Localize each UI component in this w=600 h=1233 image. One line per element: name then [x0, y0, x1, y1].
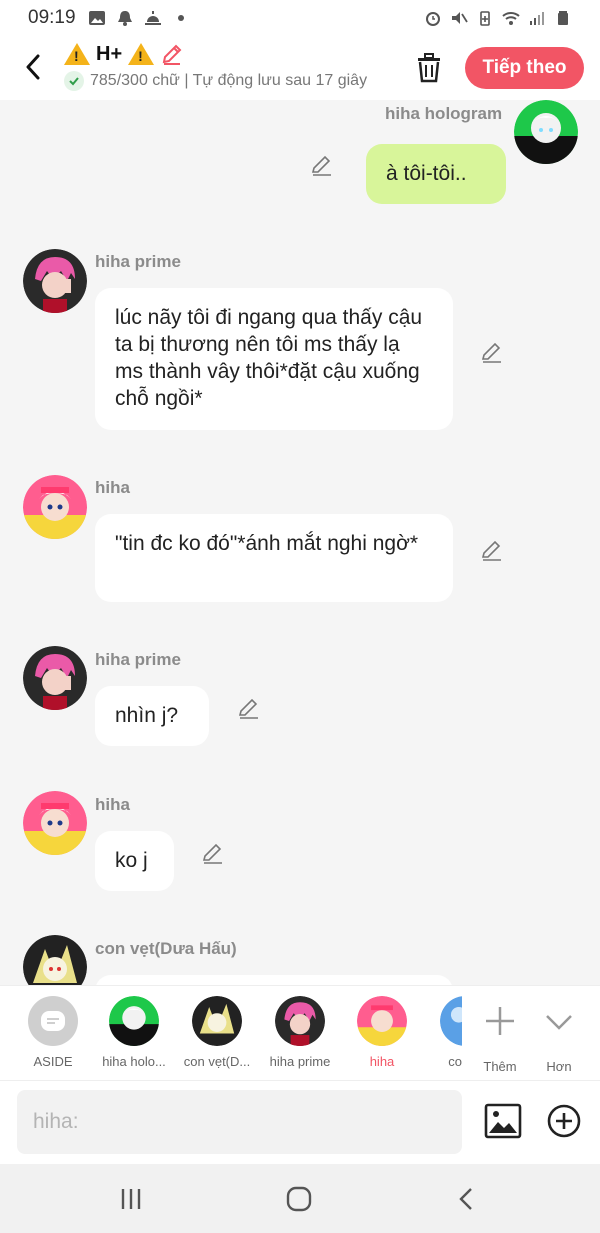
trash-icon	[418, 53, 440, 83]
message-input[interactable]	[17, 1090, 462, 1154]
message-bubble[interactable]: lúc nãy tôi đi ngang qua thấy cậu ta bị …	[95, 288, 453, 430]
character-label: hiha	[369, 1054, 395, 1069]
back-icon	[459, 1188, 472, 1210]
chevron-left-icon	[26, 54, 40, 80]
image-upload-icon[interactable]	[484, 1103, 522, 1139]
message-bubble[interactable]: à tôi-tôi..	[366, 144, 506, 204]
alarm-icon	[426, 12, 440, 26]
story-title: H+	[96, 42, 123, 65]
mute-icon	[452, 12, 468, 24]
sender-name: hiha hologram	[385, 104, 503, 123]
con-vet-avatar[interactable]	[23, 935, 87, 985]
bell-icon	[117, 11, 132, 26]
signal-icon	[530, 12, 544, 25]
edit-message-icon[interactable]	[201, 841, 225, 865]
home-button[interactable]	[279, 1184, 319, 1214]
add-circle-icon[interactable]	[546, 1103, 582, 1139]
battery-icon	[558, 11, 568, 25]
character-con-vet[interactable]: con vẹt(D...	[178, 996, 256, 1069]
add-label: Thêm	[483, 1059, 517, 1074]
message-bubble[interactable]: ko j	[95, 831, 174, 891]
edit-message-icon[interactable]	[480, 538, 504, 562]
message-input-bar	[0, 1080, 600, 1164]
wifi-icon	[502, 12, 520, 25]
sunrise-icon	[144, 11, 161, 25]
character-selector: ASIDE hiha holo... con vẹt(D... hiha pri…	[0, 985, 600, 1080]
edit-message-icon[interactable]	[480, 340, 504, 364]
editor-header: H+ 785/300 chữ | Tự động lưu sau 17 giây…	[0, 36, 600, 100]
saved-check-icon	[64, 71, 84, 91]
recent-apps-button[interactable]	[111, 1184, 151, 1214]
edit-message-icon[interactable]	[310, 153, 334, 177]
delete-button[interactable]	[412, 50, 446, 86]
sender-name: hiha	[95, 795, 130, 814]
warning-icon	[64, 43, 90, 65]
globe-avatar	[440, 996, 462, 1046]
aside-icon	[28, 996, 78, 1046]
sender-name: hiha prime	[95, 650, 181, 669]
more-button[interactable]: Hơn	[529, 996, 589, 1074]
pencil-icon[interactable]	[160, 42, 184, 66]
chevron-down-icon	[546, 1015, 572, 1030]
edit-message-icon[interactable]	[237, 696, 261, 720]
dot-icon	[177, 15, 184, 21]
sender-name: hiha prime	[95, 252, 181, 271]
character-label: con vẹt(D...	[183, 1054, 251, 1069]
add-character-button[interactable]: Thêm	[470, 996, 530, 1074]
more-label: Hơn	[546, 1059, 572, 1074]
recent-apps-icon	[121, 1189, 141, 1209]
battery-saver-icon	[480, 11, 490, 26]
character-hiha[interactable]: hiha	[343, 996, 421, 1069]
hiha-hologram-avatar[interactable]	[514, 100, 578, 164]
status-time: 09:19	[28, 7, 76, 28]
character-label: ASIDE	[33, 1054, 73, 1069]
chat-area[interactable]: hiha hologram à tôi-tôi.. hiha prime lúc…	[0, 100, 600, 985]
sender-name: con vẹt(Dưa Hấu)	[95, 939, 237, 958]
hiha-avatar[interactable]	[23, 475, 87, 539]
message-bubble[interactable]	[95, 975, 453, 985]
plus-icon	[486, 1007, 514, 1035]
message-bubble[interactable]: "tin đc ko đó"*ánh mắt nghi ngờ*	[95, 514, 453, 602]
character-hiha-prime[interactable]: hiha prime	[261, 996, 339, 1069]
character-label: co	[448, 1054, 462, 1069]
autosave-status: 785/300 chữ | Tự động lưu sau 17 giây	[90, 72, 368, 89]
hiha-avatar	[357, 996, 407, 1046]
home-icon	[286, 1186, 312, 1212]
character-label: hiha prime	[269, 1054, 331, 1069]
con-vet-avatar	[192, 996, 242, 1046]
hiha-prime-avatar[interactable]	[23, 249, 87, 313]
hiha-prime-avatar	[275, 996, 325, 1046]
hiha-hologram-avatar	[109, 996, 159, 1046]
character-aside[interactable]: ASIDE	[14, 996, 92, 1069]
hiha-avatar[interactable]	[23, 791, 87, 855]
sender-name: hiha	[95, 478, 130, 497]
system-nav-bar	[0, 1164, 600, 1233]
next-button[interactable]: Tiếp theo	[465, 47, 584, 89]
back-button[interactable]	[18, 50, 48, 84]
message-bubble[interactable]: nhìn j?	[95, 686, 209, 746]
nav-back-button[interactable]	[446, 1184, 486, 1214]
character-hiha-hologram[interactable]: hiha holo...	[95, 996, 173, 1069]
status-bar: 09:19	[0, 0, 600, 36]
character-partial[interactable]: co	[412, 996, 462, 1069]
title-area[interactable]: H+ 785/300 chữ | Tự động lưu sau 17 giây	[64, 42, 394, 91]
image-icon	[88, 11, 105, 25]
warning-icon	[128, 43, 155, 65]
character-label: hiha holo...	[102, 1054, 166, 1069]
hiha-prime-avatar[interactable]	[23, 646, 87, 710]
